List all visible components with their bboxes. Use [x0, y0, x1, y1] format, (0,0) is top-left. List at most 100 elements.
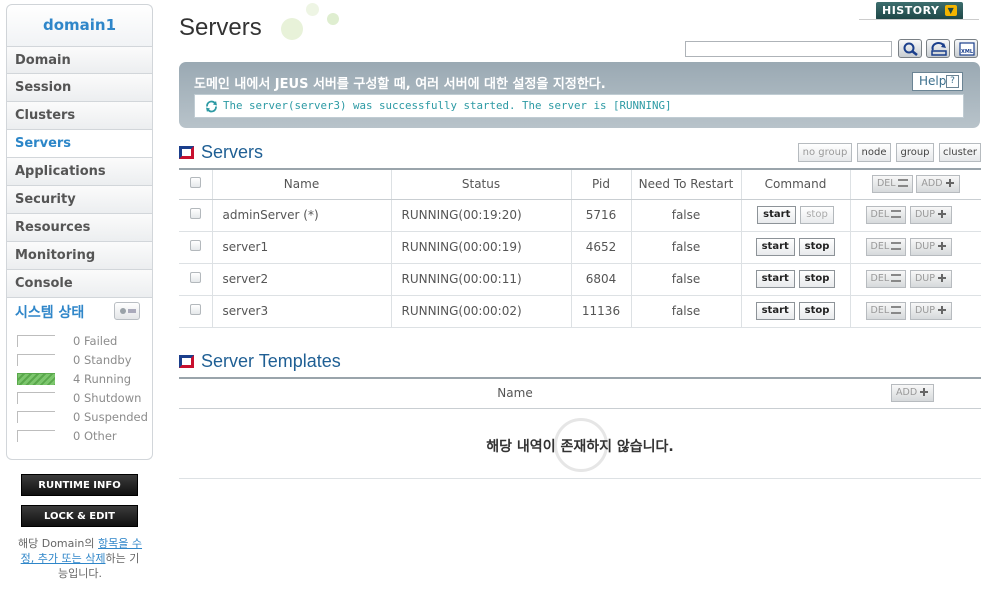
server-name[interactable]: server3: [211, 295, 391, 328]
server-name[interactable]: server2: [211, 263, 391, 296]
stop-button[interactable]: stop: [800, 206, 834, 224]
server-need-restart: false: [630, 263, 741, 296]
status-message: The server(server3) was successfully sta…: [223, 99, 672, 112]
filter-node-button[interactable]: node: [857, 143, 891, 162]
table-row: server2 RUNNING(00:00:11) 6804 false sta…: [179, 263, 981, 296]
sidebar-item-domain[interactable]: Domain: [6, 46, 153, 74]
stop-button[interactable]: stop: [798, 270, 836, 288]
delete-button[interactable]: DEL: [865, 238, 907, 256]
filter-no-group-button[interactable]: no group: [798, 143, 852, 162]
stop-button[interactable]: stop: [798, 302, 836, 320]
sidebar-item-servers[interactable]: Servers: [6, 130, 153, 158]
help-question-icon: ?: [946, 75, 959, 88]
main-content: Servers HISTORY ▼ XML 도메인 내에서 JEUS 서버를 구성…: [179, 0, 985, 589]
column-name: Name: [179, 377, 851, 409]
row-checkbox[interactable]: [189, 208, 201, 219]
domain-name[interactable]: domain1: [6, 4, 153, 46]
section-icon: [179, 355, 194, 368]
duplicate-button[interactable]: DUP: [909, 270, 952, 288]
column-need-to-restart: Need To Restart: [630, 168, 741, 200]
xml-export-icon[interactable]: XML: [954, 39, 978, 58]
sidebar-item-monitoring[interactable]: Monitoring: [6, 242, 153, 270]
sidebar-item-resources[interactable]: Resources: [6, 214, 153, 242]
svg-text:XML: XML: [961, 49, 974, 55]
system-status-panel: 시스템 상태 0 Failed 0 Standby 4 Running 0 Sh…: [6, 298, 153, 460]
server-name[interactable]: server1: [211, 231, 391, 264]
start-button[interactable]: start: [755, 302, 795, 320]
decor-circle: [281, 18, 303, 40]
table-row: server3 RUNNING(00:00:02) 11136 false st…: [179, 295, 981, 328]
row-checkbox[interactable]: [189, 272, 201, 283]
section-icon: [179, 146, 194, 159]
status-suspended: 0 Suspended: [17, 410, 148, 424]
plus-icon: [936, 274, 947, 282]
server-status: RUNNING(00:19:20): [390, 199, 571, 232]
server-status: RUNNING(00:00:11): [390, 263, 571, 296]
decor-circle: [327, 13, 339, 25]
table-header: Name Status Pid Need To Restart Command …: [179, 168, 981, 200]
row-checkbox[interactable]: [189, 240, 201, 251]
status-other: 0 Other: [17, 429, 147, 443]
duplicate-button[interactable]: DUP: [909, 302, 952, 320]
duplicate-button[interactable]: DUP: [909, 238, 952, 256]
lock-edit-button[interactable]: LOCK & EDIT: [21, 505, 138, 527]
search-icon[interactable]: [898, 39, 922, 58]
stack-icon: [897, 179, 908, 188]
status-toggle-icon[interactable]: [114, 302, 140, 320]
system-status-title: 시스템 상태: [15, 305, 85, 321]
start-button[interactable]: start: [755, 270, 795, 288]
server-pid: 6804: [570, 263, 631, 296]
table-row: adminServer (*) RUNNING(00:19:20) 5716 f…: [179, 199, 981, 232]
chevron-down-icon: ▼: [945, 5, 957, 16]
start-button[interactable]: start: [757, 206, 797, 224]
filter-group-button[interactable]: group: [896, 143, 934, 162]
server-templates-table: Name ADD: [179, 377, 981, 409]
help-button[interactable]: Help?: [912, 72, 963, 91]
empty-message: 해당 내역이 존재하지 않습니다.: [486, 439, 674, 455]
sidebar-item-security[interactable]: Security: [6, 186, 153, 214]
select-all-checkbox[interactable]: [189, 177, 201, 189]
server-pid: 4652: [570, 231, 631, 264]
filter-cluster-button[interactable]: cluster: [939, 143, 981, 162]
runtime-info-button[interactable]: RUNTIME INFO: [21, 474, 138, 496]
servers-section-title: Servers: [179, 142, 263, 163]
search-input[interactable]: [685, 41, 892, 57]
server-name[interactable]: adminServer (*): [211, 199, 391, 232]
row-checkbox[interactable]: [189, 304, 201, 315]
delete-button[interactable]: DEL: [865, 206, 907, 224]
add-server-button[interactable]: ADD: [916, 175, 960, 194]
refresh-icon[interactable]: [926, 39, 950, 58]
column-status: Status: [390, 168, 571, 200]
plus-icon: [944, 179, 955, 188]
status-shutdown: 0 Shutdown: [17, 391, 147, 405]
start-button[interactable]: start: [755, 238, 795, 256]
server-need-restart: false: [630, 231, 741, 264]
delete-selected-button[interactable]: DEL: [871, 175, 913, 194]
page-title: Servers: [179, 14, 262, 41]
delete-button[interactable]: DEL: [865, 302, 907, 320]
duplicate-button[interactable]: DUP: [909, 206, 952, 224]
column-pid: Pid: [570, 168, 631, 200]
plus-icon: [936, 306, 947, 314]
sidebar-item-clusters[interactable]: Clusters: [6, 102, 153, 130]
server-status: RUNNING(00:00:19): [390, 231, 571, 264]
stack-icon: [891, 210, 902, 218]
sidebar-item-session[interactable]: Session: [6, 74, 153, 102]
info-box: 도메인 내에서 JEUS 서버를 구성할 때, 여러 서버에 대한 설정을 지정…: [179, 62, 980, 128]
table-row: server1 RUNNING(00:00:19) 4652 false sta…: [179, 231, 981, 264]
stack-icon: [891, 306, 902, 314]
server-need-restart: false: [630, 295, 741, 328]
history-button[interactable]: HISTORY ▼: [876, 2, 963, 20]
sidebar-item-console[interactable]: Console: [6, 270, 153, 298]
delete-button[interactable]: DEL: [865, 270, 907, 288]
sidebar-item-applications[interactable]: Applications: [6, 158, 153, 186]
stop-button[interactable]: stop: [798, 238, 836, 256]
running-bar: [17, 373, 55, 385]
server-need-restart: false: [630, 199, 741, 232]
sidebar: domain1 Domain Session Clusters Servers …: [6, 4, 154, 589]
plus-icon: [936, 242, 947, 250]
server-templates-section-title: Server Templates: [179, 351, 341, 372]
sync-icon: [206, 100, 217, 113]
add-template-button[interactable]: ADD: [891, 384, 935, 403]
status-running: 4 Running: [17, 372, 147, 386]
